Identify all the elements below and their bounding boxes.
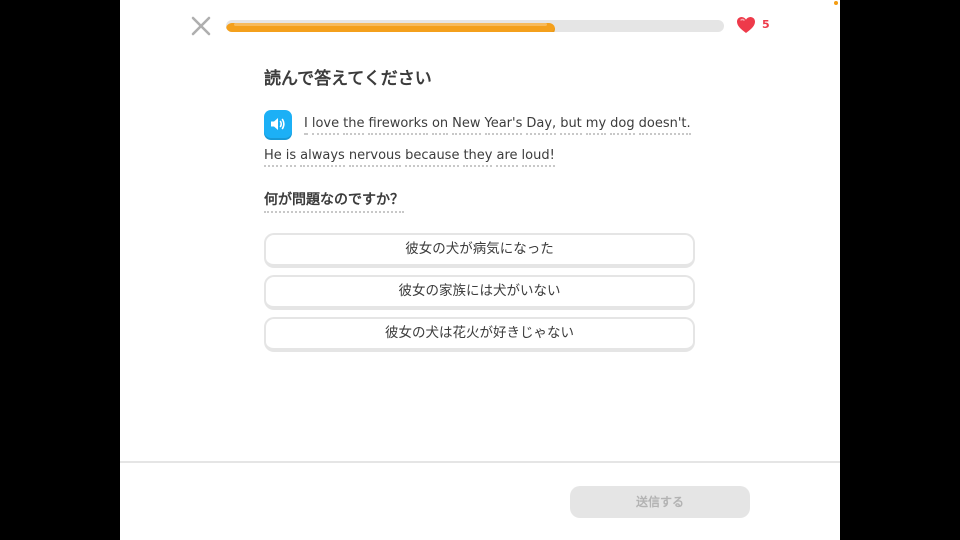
passage-word[interactable]: my xyxy=(585,116,607,135)
progress-fill xyxy=(226,23,555,32)
status-indicator-dot xyxy=(834,1,838,5)
heart-count: 5 xyxy=(762,18,770,31)
passage-word[interactable]: fireworks xyxy=(368,116,428,135)
passage-word[interactable]: He xyxy=(264,148,282,167)
close-button[interactable] xyxy=(190,15,212,37)
passage-word[interactable]: love xyxy=(311,116,340,135)
passage-word[interactable]: on xyxy=(431,116,449,135)
passage-word[interactable]: loud! xyxy=(521,148,555,167)
passage-word[interactable]: Year's xyxy=(484,116,523,135)
submit-button[interactable]: 送信する xyxy=(570,486,750,518)
answer-choice[interactable]: 彼女の犬が病気になった xyxy=(264,233,695,268)
passage-word[interactable]: New xyxy=(452,116,481,135)
passage-word[interactable]: they xyxy=(463,148,493,167)
passage-word[interactable]: doesn't. xyxy=(638,116,691,135)
answer-choices: 彼女の犬が病気になった 彼女の家族には犬がいない 彼女の犬は花火が好きじゃない xyxy=(264,233,695,359)
lesson-screen: 5 読んで答えてください Ilove the fireworks on New Year'… xyxy=(120,0,840,540)
heart-icon xyxy=(737,17,755,33)
footer-divider xyxy=(120,461,840,463)
speaker-icon xyxy=(271,118,285,130)
passage-word[interactable]: but xyxy=(560,116,582,135)
passage-word[interactable]: nervous xyxy=(348,148,402,167)
passage-word[interactable]: Day, xyxy=(526,116,557,135)
answer-choice[interactable]: 彼女の犬は花火が好きじゃない xyxy=(264,317,695,352)
passage-word[interactable]: the xyxy=(343,116,365,135)
passage-word[interactable]: always xyxy=(300,148,345,167)
progress-bar xyxy=(226,20,724,32)
passage-word[interactable]: I xyxy=(304,116,308,135)
passage-line-2: He is always nervous because they are loud! xyxy=(264,147,559,167)
page-title: 読んで答えてください xyxy=(264,69,432,89)
passage-word[interactable]: are xyxy=(496,148,518,167)
question-text: 何が問題なのですか？ xyxy=(264,189,404,213)
answer-choice[interactable]: 彼女の家族には犬がいない xyxy=(264,275,695,310)
passage-line-1: Ilove the fireworks on New Year's Day, but my dog… xyxy=(304,115,695,135)
play-audio-button[interactable] xyxy=(264,110,292,138)
passage-word[interactable]: because xyxy=(405,148,460,167)
passage-word[interactable]: dog xyxy=(610,116,635,135)
passage-word[interactable]: is xyxy=(285,148,297,167)
close-icon xyxy=(191,16,211,36)
